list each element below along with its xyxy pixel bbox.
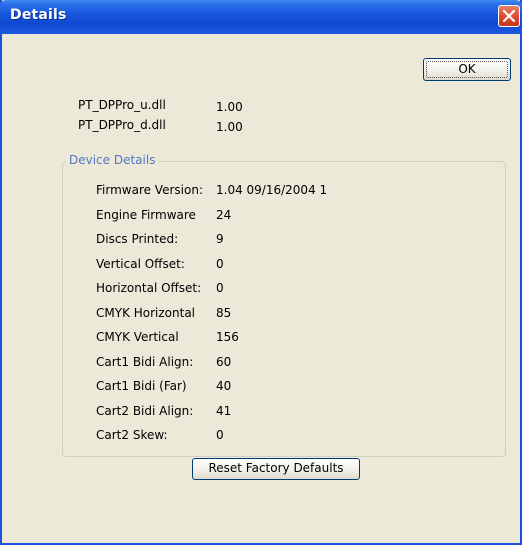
cart2-bidi-align-value: 41: [216, 404, 232, 418]
cart1-bidi-align-label: Cart1 Bidi Align:: [96, 355, 194, 369]
cart1-bidi-align-value: 60: [216, 355, 232, 369]
firmware-version-label: Firmware Version:: [96, 183, 203, 197]
cart1-bidi-far-value: 40: [216, 379, 232, 393]
cart2-skew-label: Cart2 Skew:: [96, 428, 168, 442]
dll-version: 1.00: [216, 120, 243, 134]
cmyk-vertical-label: CMYK Vertical: [96, 330, 179, 344]
discs-printed-label: Discs Printed:: [96, 232, 179, 246]
engine-firmware-label: Engine Firmware: [96, 208, 196, 222]
dll-name: PT_DPPro_d.dll: [78, 118, 166, 132]
cmyk-vertical-value: 156: [216, 330, 239, 344]
cart2-bidi-align-label: Cart2 Bidi Align:: [96, 404, 194, 418]
vertical-offset-label: Vertical Offset:: [96, 257, 185, 271]
firmware-version-value: 1.04 09/16/2004 1: [216, 183, 328, 197]
reset-factory-defaults-button[interactable]: Reset Factory Defaults: [192, 458, 360, 480]
horizontal-offset-value: 0: [216, 281, 224, 295]
cart1-bidi-far-label: Cart1 Bidi (Far): [96, 379, 187, 393]
discs-printed-value: 9: [216, 232, 224, 246]
window-title: Details: [10, 7, 67, 23]
ok-button-label: OK: [458, 62, 476, 76]
cmyk-horizontal-value: 85: [216, 306, 232, 320]
ok-button[interactable]: OK: [423, 58, 511, 81]
dialog-body: OK PT_DPPro_u.dll 1.00 PT_DPPro_d.dll 1.…: [2, 34, 520, 543]
vertical-offset-value: 0: [216, 257, 224, 271]
title-bar[interactable]: Details: [0, 0, 522, 34]
cart2-skew-value: 0: [216, 428, 224, 442]
cmyk-horizontal-label: CMYK Horizontal: [96, 306, 196, 320]
dll-version: 1.00: [216, 100, 243, 114]
close-button[interactable]: [498, 5, 520, 27]
horizontal-offset-label: Horizontal Offset:: [96, 281, 202, 295]
details-dialog: Details OK PT_DPPro_u.dll 1.00 PT_DPPro_…: [0, 0, 522, 545]
engine-firmware-value: 24: [216, 208, 232, 222]
device-details-label: Device Details: [66, 153, 159, 167]
close-icon: [503, 10, 515, 22]
dll-name: PT_DPPro_u.dll: [78, 98, 166, 112]
